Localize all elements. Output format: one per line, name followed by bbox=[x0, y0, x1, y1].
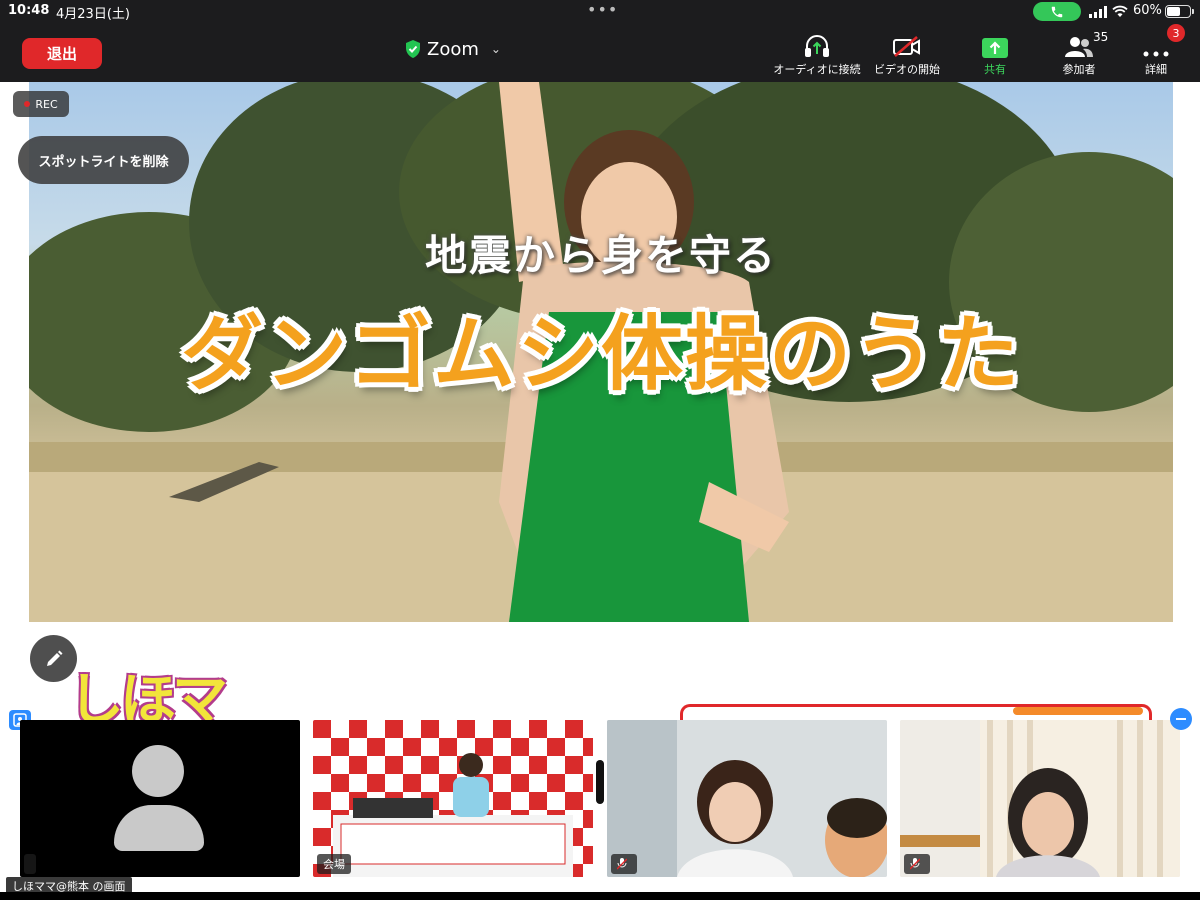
avatar-head bbox=[132, 745, 184, 797]
mic-off-icon bbox=[617, 858, 627, 870]
banner-accent bbox=[1013, 707, 1143, 715]
active-call-pill[interactable] bbox=[1033, 2, 1081, 21]
annotate-button[interactable] bbox=[30, 635, 77, 682]
shared-video: 地震から身を守る ダンゴムシ体操のうた bbox=[29, 82, 1173, 622]
notification-badge: 3 bbox=[1167, 24, 1185, 42]
join-audio-label: オーディオに接続 bbox=[773, 63, 861, 76]
meeting-title-button[interactable]: Zoom ⌄ bbox=[405, 38, 501, 60]
video-off-icon bbox=[893, 36, 920, 57]
participant-name: 会場 bbox=[323, 858, 345, 871]
start-video-button[interactable]: ビデオの開始 bbox=[871, 32, 943, 77]
battery-cap bbox=[1192, 9, 1194, 14]
participant-name-tag bbox=[611, 854, 637, 874]
participants-label: 参加者 bbox=[1062, 63, 1096, 76]
bottom-band bbox=[0, 892, 1200, 900]
wifi-icon bbox=[1112, 5, 1128, 17]
remove-spotlight-button[interactable]: スポットライトを削除 bbox=[18, 136, 189, 184]
participant-video-2[interactable]: 会場 bbox=[313, 720, 593, 877]
cellular-signal-icon bbox=[1089, 6, 1107, 18]
minus-icon bbox=[1176, 718, 1186, 720]
video-title: ダンゴムシ体操のうた bbox=[180, 307, 1021, 402]
minimize-strip-button[interactable] bbox=[1170, 708, 1192, 730]
recording-indicator: REC bbox=[13, 91, 69, 117]
participant-video-3[interactable] bbox=[607, 720, 887, 877]
status-date: 4月23日(土) bbox=[56, 7, 130, 22]
battery-fill bbox=[1167, 7, 1180, 16]
participant-scene bbox=[900, 720, 1180, 877]
participant-name-tag: 会場 bbox=[317, 854, 351, 874]
share-button[interactable]: 共有 bbox=[965, 32, 1025, 77]
status-bar: 10:48 4月23日(土) ••• 60% bbox=[0, 0, 1200, 24]
video-subtitle: 地震から身を守る bbox=[424, 231, 777, 280]
participant-name-tag bbox=[904, 854, 930, 874]
status-time: 10:48 bbox=[8, 3, 50, 18]
pencil-icon bbox=[46, 650, 62, 666]
record-dot-icon bbox=[24, 101, 31, 107]
rec-label: REC bbox=[35, 97, 58, 111]
slide-banner-decoration bbox=[680, 704, 1152, 720]
venue-scene bbox=[313, 720, 593, 877]
headphones-icon bbox=[805, 35, 829, 57]
shield-check-icon bbox=[406, 40, 420, 58]
more-dots-icon bbox=[1143, 51, 1169, 57]
share-screen-icon bbox=[982, 38, 1008, 58]
participants-count: 35 bbox=[1093, 30, 1109, 44]
participants-icon bbox=[1065, 37, 1093, 57]
strip-drag-handle[interactable] bbox=[596, 760, 604, 804]
shihomama-logo: しほママの bbox=[68, 655, 248, 814]
join-audio-button[interactable]: オーディオに接続 bbox=[773, 32, 861, 77]
battery-percent: 60% bbox=[1133, 3, 1162, 18]
participant-video-1[interactable] bbox=[20, 720, 300, 877]
meeting-title: Zoom bbox=[427, 38, 479, 60]
phone-icon bbox=[1051, 6, 1063, 17]
participant-video-4[interactable] bbox=[900, 720, 1180, 877]
participant-name-tag bbox=[24, 854, 36, 874]
meeting-toolbar: 退出 Zoom ⌄ オーディオに接続 ビデオの開始 共有 参加者 35 詳細 3 bbox=[0, 24, 1200, 82]
start-video-label: ビデオの開始 bbox=[874, 63, 940, 76]
multitasking-dots[interactable]: ••• bbox=[587, 0, 618, 19]
share-label: 共有 bbox=[984, 63, 1006, 76]
mic-off-icon bbox=[910, 858, 920, 870]
participant-scene bbox=[607, 720, 887, 877]
chevron-down-icon: ⌄ bbox=[490, 42, 501, 56]
more-label: 詳細 bbox=[1145, 63, 1167, 76]
avatar-body bbox=[114, 805, 204, 851]
battery-icon bbox=[1165, 5, 1191, 18]
leave-button[interactable]: 退出 bbox=[22, 38, 102, 69]
